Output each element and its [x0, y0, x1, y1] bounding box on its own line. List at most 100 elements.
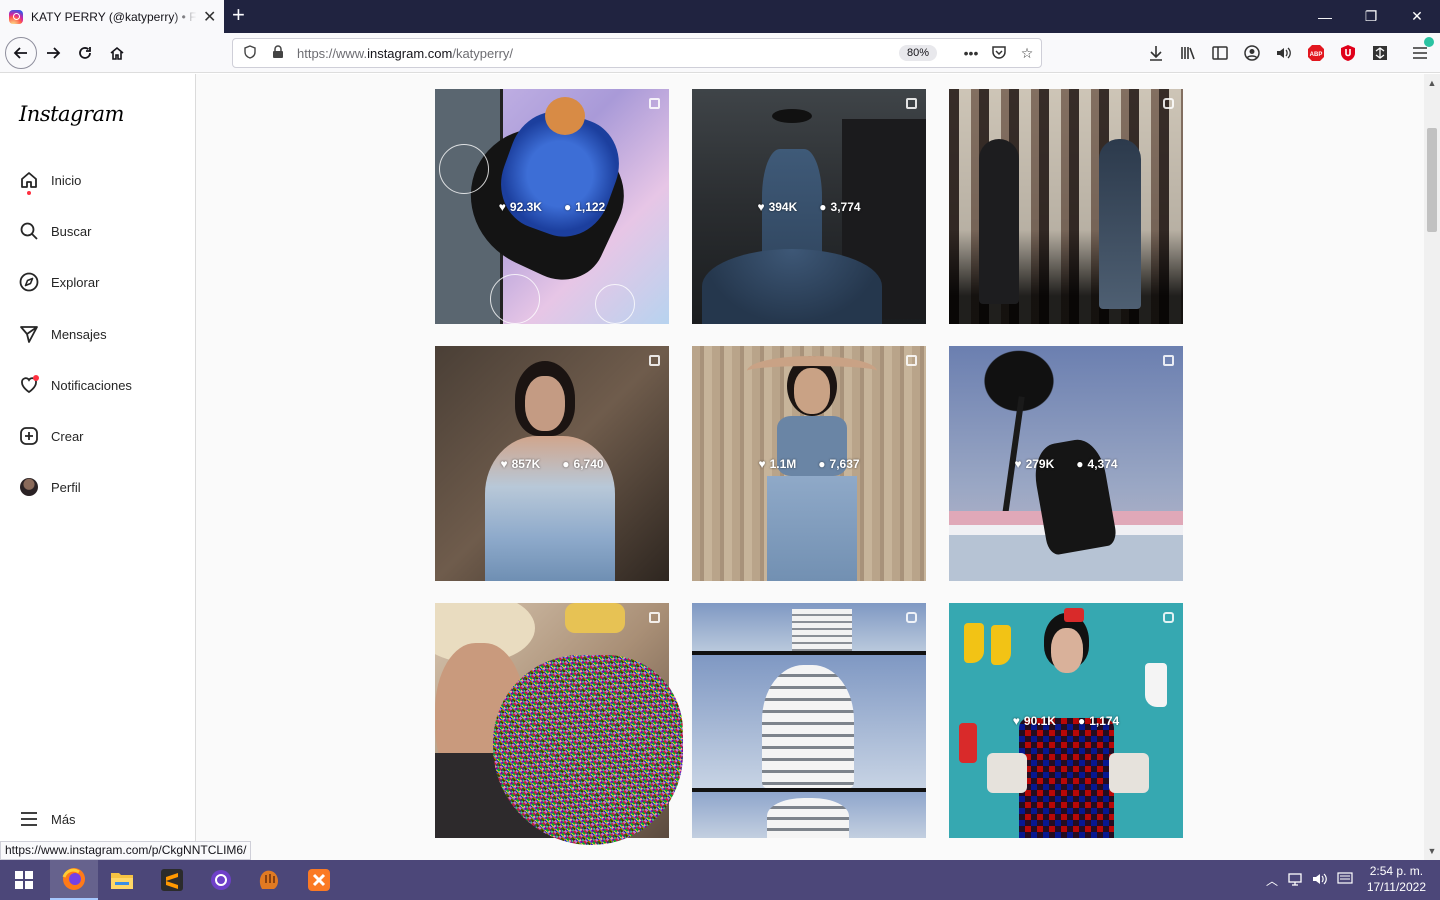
- nav-item-inicio[interactable]: Inicio: [18, 168, 82, 195]
- volume-icon[interactable]: [1312, 872, 1330, 889]
- nav-label: Perfil: [51, 479, 81, 495]
- nav-label: Notificaciones: [51, 377, 132, 393]
- speaker-icon[interactable]: [1274, 43, 1294, 63]
- taskbar-app[interactable]: [246, 860, 294, 900]
- nav-item-mensajes[interactable]: Mensajes: [18, 322, 107, 346]
- notification-dot: [33, 375, 39, 381]
- nav-item-perfil[interactable]: Perfil: [18, 475, 81, 499]
- page-actions-icon[interactable]: •••: [957, 45, 985, 61]
- windows-taskbar: ︿ 2:54 p. m. 17/11/2022: [0, 860, 1440, 900]
- url-text[interactable]: https://www.instagram.com/katyperry/: [297, 46, 899, 61]
- taskbar-sublime-text[interactable]: [148, 860, 196, 900]
- post-thumbnail[interactable]: ♥ 394K ● 3,774: [692, 89, 926, 324]
- scroll-up-icon[interactable]: ▲: [1424, 78, 1440, 88]
- likes-count: 857K: [511, 456, 541, 471]
- start-button[interactable]: [0, 860, 48, 900]
- close-tab-icon[interactable]: ✕: [203, 7, 216, 27]
- post-thumbnail[interactable]: [435, 603, 683, 845]
- taskbar-github-desktop[interactable]: [197, 860, 245, 900]
- reload-button[interactable]: [70, 39, 100, 67]
- shield-icon[interactable]: [239, 44, 261, 62]
- menu-icon[interactable]: [1410, 37, 1434, 63]
- sidebar-toggle-icon[interactable]: [1210, 43, 1230, 63]
- show-hidden-icons[interactable]: ︿: [1266, 872, 1278, 889]
- post-stats: ♥ 857K ● 6,740: [435, 346, 669, 581]
- post-stats: ♥ 394K ● 3,774: [692, 89, 926, 324]
- reload-icon: [79, 47, 91, 59]
- reel-icon: [1163, 98, 1174, 109]
- sublime-text-icon: [161, 869, 183, 891]
- comments-count: 6,740: [573, 456, 604, 471]
- like-heart-icon: ♥: [757, 199, 765, 214]
- ime-keyboard-icon[interactable]: [1337, 872, 1353, 889]
- bookmark-star-icon[interactable]: ☆: [1013, 45, 1041, 62]
- scrollbar-thumb[interactable]: [1427, 128, 1437, 232]
- clock-time: 2:54 p. m.: [1369, 864, 1424, 878]
- like-heart-icon: ♥: [498, 199, 506, 214]
- firefox-icon: [62, 868, 85, 890]
- nav-label: Buscar: [51, 223, 92, 239]
- zoom-level[interactable]: 80%: [898, 45, 937, 61]
- forward-arrow-icon: [47, 47, 61, 59]
- taskbar-xampp[interactable]: [295, 860, 343, 900]
- navigation-toolbar: https://www.instagram.com/katyperry/ 80%…: [0, 33, 1440, 73]
- forward-button[interactable]: [38, 39, 68, 67]
- nav-item-explorar[interactable]: Explorar: [18, 270, 99, 294]
- browser-tab[interactable]: KATY PERRY (@katyperry) • Fotos y videos…: [0, 0, 224, 33]
- instagram-logo[interactable]: Instagram: [19, 102, 124, 126]
- ublock-origin-icon[interactable]: [1338, 43, 1358, 63]
- extension-icon[interactable]: [1370, 43, 1390, 63]
- comment-bubble-icon: ●: [1076, 456, 1084, 471]
- minimize-icon[interactable]: —: [1302, 0, 1348, 33]
- update-badge-icon: [1424, 37, 1434, 47]
- post-thumbnail[interactable]: ♥ 92.3K ● 1,122: [435, 89, 669, 324]
- page-scrollbar[interactable]: ▲ ▼: [1424, 74, 1440, 860]
- avatar: [18, 476, 40, 498]
- system-clock[interactable]: 2:54 p. m. 17/11/2022: [1367, 863, 1426, 895]
- nav-item-notificaciones[interactable]: Notificaciones: [18, 373, 132, 397]
- post-thumbnail[interactable]: ♥ 857K ● 6,740: [435, 346, 669, 581]
- nav-label: Más: [51, 811, 76, 827]
- comments-count: 7,637: [829, 456, 860, 471]
- post-thumbnail[interactable]: ♥ 279K ● 4,374: [949, 346, 1183, 581]
- adblock-plus-icon[interactable]: ABP: [1306, 43, 1326, 63]
- restore-icon[interactable]: ❐: [1348, 0, 1394, 33]
- post-stats: ♥ 279K ● 4,374: [949, 346, 1183, 581]
- nav-item-mas[interactable]: Más: [18, 807, 76, 831]
- scroll-down-icon[interactable]: ▼: [1424, 846, 1440, 856]
- nav-label: Inicio: [51, 172, 82, 188]
- baseball-glove-icon: [259, 870, 278, 889]
- taskbar-firefox[interactable]: [50, 860, 98, 900]
- close-window-icon[interactable]: ✕: [1394, 0, 1440, 33]
- post-thumbnail[interactable]: ♥ 1.1M ● 7,637: [692, 346, 926, 581]
- post-thumbnail[interactable]: [949, 89, 1183, 324]
- network-icon[interactable]: [1288, 872, 1306, 889]
- account-icon[interactable]: [1242, 43, 1262, 63]
- likes-count: 1.1M: [769, 456, 797, 471]
- pocket-icon[interactable]: [985, 45, 1013, 62]
- back-arrow-icon: [13, 47, 27, 59]
- taskbar-file-explorer[interactable]: [98, 860, 146, 900]
- likes-count: 92.3K: [509, 199, 542, 214]
- likes-count: 279K: [1025, 456, 1055, 471]
- back-button[interactable]: [5, 37, 37, 69]
- compass-icon: [18, 271, 40, 293]
- like-heart-icon: ♥: [758, 456, 766, 471]
- search-icon: [18, 220, 40, 242]
- url-bar[interactable]: https://www.instagram.com/katyperry/ 80%…: [232, 38, 1042, 68]
- home-button[interactable]: [102, 39, 132, 67]
- comment-bubble-icon: ●: [819, 199, 827, 214]
- post-stats: ♥ 90.1K ● 1,174: [949, 603, 1183, 838]
- post-thumbnail[interactable]: ♥ 90.1K ● 1,174: [949, 603, 1183, 838]
- library-icon[interactable]: [1178, 43, 1198, 63]
- lock-icon[interactable]: [267, 44, 289, 62]
- like-heart-icon: ♥: [1012, 713, 1020, 728]
- plus-square-icon: [18, 425, 40, 447]
- nav-item-buscar[interactable]: Buscar: [18, 219, 91, 243]
- new-tab-button[interactable]: +: [232, 4, 245, 26]
- post-thumbnail[interactable]: [692, 603, 926, 838]
- downloads-icon[interactable]: [1146, 43, 1166, 63]
- svg-text:ABP: ABP: [1310, 52, 1323, 58]
- post-stats: ♥ 92.3K ● 1,122: [435, 89, 669, 324]
- nav-item-crear[interactable]: Crear: [18, 424, 84, 448]
